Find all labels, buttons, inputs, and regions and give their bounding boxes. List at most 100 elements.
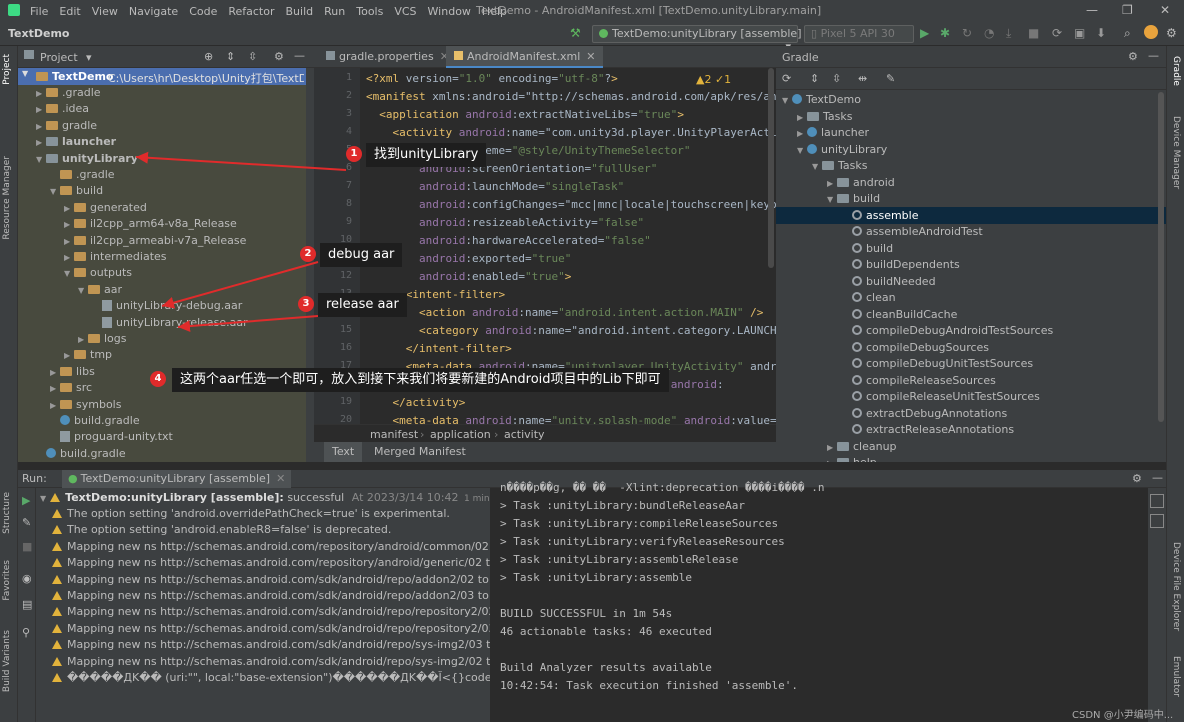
maximize-icon[interactable]: ❐ bbox=[1122, 3, 1133, 17]
project-tree-item[interactable]: ▶ il2cpp_arm64-v8a_Release bbox=[64, 216, 237, 232]
device-manager-tool-tab[interactable]: Device Manager bbox=[1171, 116, 1181, 189]
debug-icon[interactable]: ✱ bbox=[940, 26, 950, 40]
project-root-row[interactable]: ▼ TextDemo C:\Users\hr\Desktop\Unity打包\T… bbox=[18, 68, 306, 85]
menu-navigate[interactable]: Navigate bbox=[129, 5, 178, 18]
tab-android-manifest[interactable]: AndroidManifest.xml ✕ bbox=[446, 46, 604, 68]
search-icon[interactable]: ⌕ bbox=[1124, 26, 1131, 41]
gradle-tree-item[interactable]: ▶ help bbox=[827, 455, 877, 462]
device-combo[interactable]: ▯ Pixel 5 API 30 bbox=[804, 25, 914, 43]
code-line[interactable]: android:resizeableActivity="false" bbox=[366, 216, 644, 229]
avd-manager-icon[interactable]: ▣ bbox=[1074, 26, 1085, 40]
gradle-tree-item[interactable]: compileDebugSources bbox=[842, 340, 989, 356]
project-tree-item[interactable]: ▼ unityLibrary bbox=[36, 151, 138, 167]
collapse-all-icon[interactable]: ⇳ bbox=[832, 72, 841, 85]
update-icon[interactable] bbox=[1144, 25, 1158, 39]
project-tree-item[interactable]: ▶ libs bbox=[50, 364, 95, 380]
menu-code[interactable]: Code bbox=[189, 5, 217, 18]
gradle-tree-item[interactable]: ▶ Tasks bbox=[797, 109, 852, 125]
menu-build[interactable]: Build bbox=[286, 5, 314, 18]
code-line[interactable]: <action android:name="android.intent.act… bbox=[366, 306, 763, 319]
tab-gradle-properties[interactable]: gradle.properties ✕ bbox=[318, 46, 457, 68]
chevron-right-icon[interactable]: ▶ bbox=[64, 201, 74, 217]
editor-scrollbar[interactable] bbox=[768, 68, 774, 268]
reload-icon[interactable]: ⟳ bbox=[782, 72, 791, 85]
breadcrumb-activity[interactable]: activity bbox=[504, 428, 545, 441]
chevron-right-icon[interactable]: ▶ bbox=[50, 381, 60, 397]
menu-window[interactable]: Window bbox=[428, 5, 471, 18]
gradle-tool-tab[interactable]: Gradle bbox=[1171, 56, 1181, 86]
chevron-right-icon[interactable]: ▶ bbox=[827, 176, 837, 192]
project-tree-item[interactable]: proguard-unity.txt bbox=[50, 429, 173, 445]
code-line[interactable]: <?xml version="1.0" encoding="utf-8"?> bbox=[366, 72, 618, 85]
minimize-icon[interactable]: — bbox=[1086, 3, 1098, 17]
close-icon[interactable]: ✕ bbox=[276, 472, 285, 485]
menu-view[interactable]: View bbox=[92, 5, 118, 18]
project-tree-item[interactable]: build.gradle bbox=[50, 413, 140, 429]
project-tree-item[interactable]: ▼ build bbox=[50, 183, 103, 199]
project-tree-item[interactable]: .gradle bbox=[50, 167, 115, 183]
project-tree-item[interactable]: ▶ .gradle bbox=[36, 85, 101, 101]
project-name[interactable]: TextDemo bbox=[8, 27, 69, 40]
tab-merged-manifest[interactable]: Merged Manifest bbox=[372, 442, 468, 462]
project-tree-item[interactable]: ▶ src bbox=[50, 380, 92, 396]
tab-text[interactable]: Text bbox=[324, 442, 363, 462]
soft-wrap-icon[interactable] bbox=[1150, 494, 1164, 508]
device-file-explorer-tool-tab[interactable]: Device File Explorer bbox=[1171, 542, 1181, 631]
build-message-row[interactable]: �����ДK�� (uri:"", local:"base-extension… bbox=[52, 670, 490, 686]
run-icon[interactable]: ▶ bbox=[920, 26, 929, 40]
code-line[interactable]: <application android:extractNativeLibs="… bbox=[366, 108, 684, 121]
stop-icon[interactable]: ■ bbox=[1028, 26, 1039, 40]
inspection-widget[interactable]: ▲2 ✓1 bbox=[694, 73, 734, 86]
favorites-tool-tab[interactable]: Favorites bbox=[2, 560, 12, 601]
build-message-row[interactable]: Mapping new ns http://schemas.android.co… bbox=[52, 555, 490, 571]
project-tree-item[interactable]: ▶ il2cpp_armeabi-v7a_Release bbox=[64, 233, 246, 249]
wrench-icon[interactable]: ✎ bbox=[22, 516, 31, 529]
apply-changes-icon[interactable]: ↻ bbox=[962, 26, 972, 40]
project-tree-item[interactable]: ▶ generated bbox=[64, 200, 147, 216]
expand-all-icon[interactable]: ⇕ bbox=[226, 50, 235, 63]
build-message-row[interactable]: Mapping new ns http://schemas.android.co… bbox=[52, 572, 490, 588]
attach-debugger-icon[interactable]: ⤓ bbox=[1006, 26, 1011, 41]
build-console[interactable]: n����p��g, �� �� -Xlint:deprecation ����… bbox=[492, 481, 1148, 722]
run-tab[interactable]: ● TextDemo:unityLibrary [assemble] ✕ bbox=[62, 470, 292, 488]
chevron-right-icon[interactable]: ▶ bbox=[36, 86, 46, 102]
gear-icon[interactable]: ⚙ bbox=[1132, 472, 1142, 485]
emulator-tool-tab[interactable]: Emulator bbox=[1171, 656, 1181, 697]
project-tree-item[interactable]: ▶ symbols bbox=[50, 397, 121, 413]
project-tree-item[interactable]: ▶ .idea bbox=[36, 101, 89, 117]
chevron-right-icon[interactable]: ▶ bbox=[36, 102, 46, 118]
chevron-down-icon[interactable]: ▼ bbox=[797, 143, 807, 159]
chevron-down-icon[interactable]: ▼ bbox=[50, 184, 60, 200]
run-config-combo[interactable]: TextDemo:unityLibrary [assemble]▾ bbox=[592, 25, 802, 53]
breadcrumb-application[interactable]: application bbox=[430, 428, 491, 441]
project-tree-item[interactable]: ▼ outputs bbox=[64, 265, 132, 281]
hide-icon[interactable]: — bbox=[1148, 49, 1159, 62]
gradle-tree-item[interactable]: ▼ Tasks bbox=[812, 158, 867, 174]
chevron-right-icon[interactable]: ▶ bbox=[827, 440, 837, 456]
chevron-down-icon[interactable]: ▼ bbox=[36, 152, 46, 168]
code-line[interactable]: android:configChanges="mcc|mnc|locale|to… bbox=[366, 198, 776, 211]
menu-run[interactable]: Run bbox=[324, 5, 345, 18]
gradle-tree-item[interactable]: ▼ build bbox=[827, 191, 880, 207]
hammer-icon[interactable]: ⚒ bbox=[570, 26, 581, 40]
project-view-selector[interactable]: Project bbox=[40, 51, 78, 64]
wrench-icon[interactable]: ✎ bbox=[886, 72, 895, 85]
breadcrumb-manifest[interactable]: manifest bbox=[370, 428, 418, 441]
chevron-down-icon[interactable]: ▼ bbox=[782, 93, 792, 109]
gear-icon[interactable]: ⚙ bbox=[1128, 50, 1138, 63]
chevron-right-icon[interactable]: ▶ bbox=[797, 126, 807, 142]
collapse-all-icon[interactable]: ⇳ bbox=[248, 50, 257, 63]
gradle-tree-item[interactable]: buildDependents bbox=[842, 257, 960, 273]
gradle-tree-item[interactable]: ▼ unityLibrary bbox=[797, 142, 887, 158]
gradle-tree-item[interactable]: compileReleaseSources bbox=[842, 373, 996, 389]
build-root-row[interactable]: ▼ TextDemo:unityLibrary [assemble]: succe… bbox=[36, 490, 490, 506]
chevron-down-icon[interactable]: ▾ bbox=[86, 51, 92, 64]
gradle-tree-item[interactable]: ▼ TextDemo bbox=[782, 92, 861, 108]
sdk-manager-icon[interactable]: ⬇ bbox=[1096, 26, 1106, 40]
eye-icon[interactable]: ◉ bbox=[22, 572, 32, 585]
project-tree-item[interactable]: ▶ tmp bbox=[64, 347, 112, 363]
menu-tools[interactable]: Tools bbox=[356, 5, 383, 18]
hide-icon[interactable]: — bbox=[1152, 471, 1163, 484]
build-message-row[interactable]: Mapping new ns http://schemas.android.co… bbox=[52, 604, 490, 620]
code-line[interactable]: <activity android:name="com.unity3d.play… bbox=[366, 126, 777, 139]
